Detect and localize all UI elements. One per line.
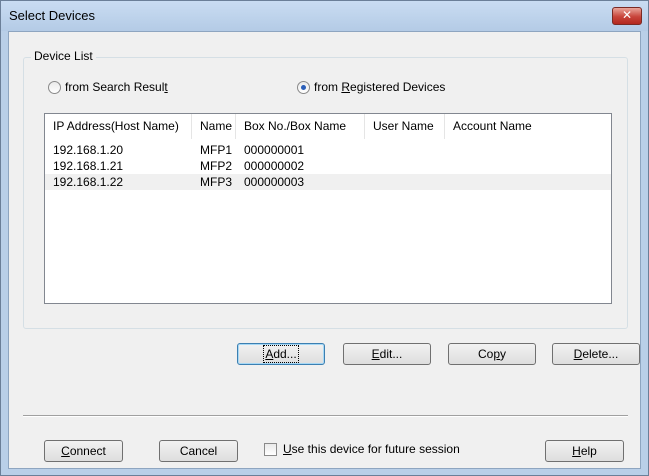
cell-name: MFP1 (200, 143, 233, 157)
add-button[interactable]: Add... (237, 343, 325, 365)
device-list-label: Device List (31, 49, 96, 63)
column-header-account[interactable]: Account Name (445, 114, 611, 139)
cancel-button-label: Cancel (179, 444, 218, 458)
radio-registered-label: from Registered Devices (314, 80, 446, 94)
close-button[interactable]: ✕ (612, 7, 642, 25)
connect-button[interactable]: Connect (44, 440, 123, 462)
separator (23, 415, 628, 417)
help-button-label: Help (572, 444, 597, 458)
radio-button-icon (48, 80, 61, 94)
radio-search-label: from Search Result (65, 80, 168, 94)
future-session-checkbox[interactable] (264, 443, 277, 456)
radio-from-search-result[interactable]: from Search Result (48, 80, 168, 94)
cell-name: MFP2 (200, 159, 233, 173)
future-session-label[interactable]: Use this device for future session (283, 442, 460, 456)
help-button[interactable]: Help (545, 440, 624, 462)
select-devices-dialog: Select Devices ✕ Device List from Search… (0, 0, 649, 476)
dialog-title: Select Devices (9, 8, 95, 23)
copy-button-label: Copy (477, 347, 507, 361)
delete-button-label: Delete... (573, 347, 619, 361)
close-icon: ✕ (621, 8, 633, 22)
delete-button[interactable]: Delete... (552, 343, 640, 365)
title-bar: Select Devices ✕ (1, 1, 648, 31)
cancel-button[interactable]: Cancel (159, 440, 238, 462)
cell-ip: 192.168.1.22 (53, 175, 124, 189)
edit-button-label: Edit... (371, 347, 403, 361)
cell-ip: 192.168.1.21 (53, 159, 124, 173)
radio-from-registered-devices[interactable]: from Registered Devices (297, 80, 445, 94)
connect-button-label: Connect (61, 444, 106, 458)
edit-button[interactable]: Edit... (343, 343, 431, 365)
table-row[interactable]: 192.168.1.22 MFP3 000000003 (45, 174, 611, 190)
cell-box: 000000002 (244, 159, 305, 173)
table-header: IP Address(Host Name) Name Box No./Box N… (45, 114, 611, 139)
cell-ip: 192.168.1.20 (53, 143, 124, 157)
column-header-user[interactable]: User Name (365, 114, 445, 139)
column-header-ip[interactable]: IP Address(Host Name) (45, 114, 192, 139)
dialog-body: Device List from Search Result from Regi… (8, 31, 641, 469)
radio-button-selected-icon (297, 80, 310, 94)
add-button-label: Add... (263, 345, 299, 363)
column-header-box[interactable]: Box No./Box Name (236, 114, 365, 139)
cell-name: MFP3 (200, 175, 233, 189)
table-row[interactable]: 192.168.1.20 MFP1 000000001 (45, 142, 611, 158)
cell-box: 000000001 (244, 143, 305, 157)
column-header-name[interactable]: Name (192, 114, 236, 139)
cell-box: 000000003 (244, 175, 305, 189)
device-table[interactable]: IP Address(Host Name) Name Box No./Box N… (44, 113, 612, 304)
table-row[interactable]: 192.168.1.21 MFP2 000000002 (45, 158, 611, 174)
copy-button[interactable]: Copy (448, 343, 536, 365)
